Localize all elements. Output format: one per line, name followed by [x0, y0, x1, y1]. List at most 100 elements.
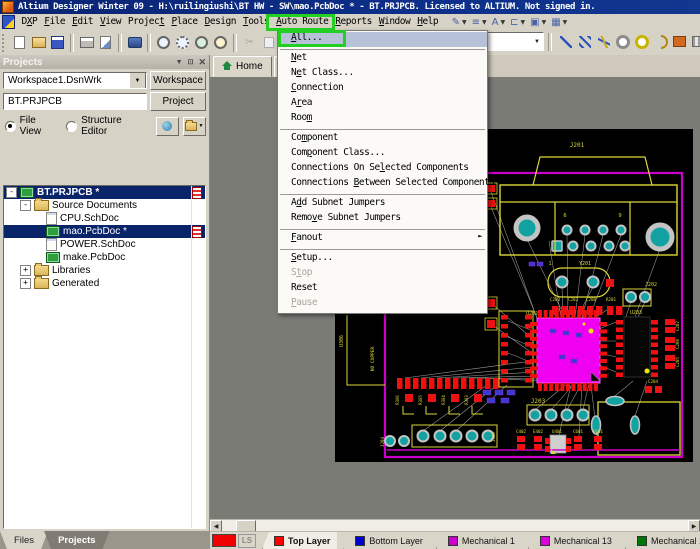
layer-set-button[interactable]: LS	[238, 534, 256, 548]
layer-tab-mechanical-15[interactable]: Mechanical 15	[625, 532, 700, 549]
tree-item-source-documents[interactable]: -Source Documents	[4, 199, 205, 212]
margin-icon[interactable]: ⊏▼	[508, 15, 527, 29]
layers-icon[interactable]: ▣▼	[528, 15, 548, 29]
submenu-arrow-icon: ►	[478, 232, 482, 240]
anchor-icon[interactable]: A▼	[490, 15, 507, 29]
menubar-item-dxp[interactable]: DXP	[18, 14, 41, 30]
menu-item-connection[interactable]: Connection	[278, 82, 487, 97]
preview-button[interactable]	[96, 33, 115, 52]
layer-tab-mechanical-13[interactable]: Mechanical 13	[528, 532, 619, 549]
active-layer-swatch[interactable]	[212, 534, 236, 547]
menubar-item-view[interactable]: View	[97, 14, 125, 30]
menu-item-fanout[interactable]: Fanout►	[278, 232, 487, 247]
new-icon	[14, 36, 25, 49]
chevron-down-icon[interactable]: ▼	[176, 59, 183, 66]
menu-item-component[interactable]: Component	[278, 132, 487, 147]
layer-tab-mechanical-1[interactable]: Mechanical 1	[436, 532, 522, 549]
panel-tab-projects[interactable]: Projects	[44, 531, 110, 549]
pad-icon	[616, 35, 630, 49]
menu-separator	[280, 129, 485, 130]
menu-item-setup[interactable]: Setup...	[278, 252, 487, 267]
route-multi-button[interactable]	[594, 32, 613, 51]
projects-panel: Projects ▼ ⊡ ✕ Workspace1.DsnWrk ▼ Works…	[0, 55, 210, 549]
menu-item-net-class[interactable]: Net Class...	[278, 67, 487, 82]
open-button[interactable]	[29, 33, 48, 52]
layer-tab-bottom-layer[interactable]: Bottom Layer	[343, 532, 430, 549]
new-button[interactable]	[10, 33, 29, 52]
pad-button[interactable]	[613, 32, 632, 51]
save-button[interactable]	[48, 33, 67, 52]
menubar-item-edit[interactable]: Edit	[69, 14, 97, 30]
copy-button[interactable]	[259, 33, 278, 52]
menubar-item-place[interactable]: Place	[168, 14, 201, 30]
via-button[interactable]	[632, 32, 651, 51]
project-button[interactable]: Project	[150, 92, 206, 111]
toolbar-grip[interactable]	[2, 34, 8, 52]
tree-item-generated[interactable]: +Generated	[4, 277, 205, 290]
menubar-item-project[interactable]: Project	[124, 14, 168, 30]
zoom-area-button[interactable]	[173, 33, 192, 52]
menubar-item-tools[interactable]: Tools	[239, 14, 272, 30]
fill-button[interactable]	[670, 32, 689, 51]
menubar-item-file[interactable]: File	[41, 14, 69, 30]
print-button[interactable]	[77, 33, 96, 52]
menu-item-reset[interactable]: Reset	[278, 282, 487, 297]
zoom-fit-button[interactable]	[192, 33, 211, 52]
menubar-item-reports[interactable]: Reports	[332, 14, 376, 30]
collapse-icon[interactable]: -	[20, 200, 31, 211]
toolbar-right-icons: A	[556, 32, 700, 51]
menu-item-area[interactable]: Area	[278, 97, 487, 112]
title-bar: Altium Designer Winter 09 - H:\ruilingiu…	[0, 0, 700, 14]
dxp-icon[interactable]	[2, 15, 15, 29]
menubar-item-window[interactable]: Window	[375, 14, 413, 30]
app-icon	[2, 1, 14, 13]
layer-tab-top-layer[interactable]: Top Layer	[262, 532, 337, 549]
pcb-project-icon	[20, 187, 34, 198]
menubar-item-design[interactable]: Design	[201, 14, 239, 30]
svg-text:C208: C208	[586, 297, 597, 302]
menu-item-add-subnet-jumpers[interactable]: Add Subnet Jumpers	[278, 197, 487, 212]
tree-item-power-schdoc[interactable]: POWER.SchDoc	[4, 238, 205, 251]
chevron-down-icon[interactable]: ▼	[129, 72, 146, 89]
workspace-combo[interactable]: Workspace1.DsnWrk ▼	[3, 72, 147, 89]
sketch-icon[interactable]: ✎▼	[450, 15, 469, 29]
fill-icon	[673, 36, 686, 47]
array-button[interactable]	[689, 32, 700, 51]
arc-button[interactable]	[651, 32, 670, 51]
route-bus-button[interactable]	[575, 32, 594, 51]
svg-text:J201: J201	[570, 142, 585, 149]
tree-item-mao-pcbdoc[interactable]: mao.PcbDoc *	[4, 225, 205, 238]
menu-item-net[interactable]: Net	[278, 52, 487, 67]
menu-item-remove-subnet-jumpers[interactable]: Remove Subnet Jumpers	[278, 212, 487, 227]
menu-item-component-class[interactable]: Component Class...	[278, 147, 487, 162]
pin-icon[interactable]: ⊡	[188, 58, 194, 66]
menubar-item-help[interactable]: Help	[414, 14, 442, 30]
close-icon[interactable]: ✕	[198, 57, 206, 68]
menu-item-all[interactable]: All...	[278, 32, 487, 47]
tab-home[interactable]: Home	[213, 56, 272, 77]
menu-item-connections-on-selected-components[interactable]: Connections On Selected Components	[278, 162, 487, 177]
expand-icon[interactable]: +	[20, 278, 31, 289]
panel-tab-files[interactable]: Files	[0, 531, 48, 549]
book-button[interactable]	[125, 33, 144, 52]
project-field[interactable]: BT.PRJPCB	[3, 93, 147, 110]
collapse-icon[interactable]: -	[6, 187, 17, 198]
workspace-button[interactable]: Workspace	[150, 71, 206, 90]
menu-item-room[interactable]: Room	[278, 112, 487, 127]
open-project-button[interactable]: ▼	[183, 117, 206, 136]
menu-item-connections-between-selected-components[interactable]: Connections Between Selected Components	[278, 177, 487, 192]
zoom-in-button[interactable]	[154, 33, 173, 52]
layer-pair-combo[interactable]: ▼	[486, 32, 544, 51]
file-view-radio[interactable]	[5, 121, 16, 132]
expand-icon[interactable]: +	[20, 265, 31, 276]
navigator-button[interactable]	[156, 117, 179, 136]
tree-item-label: Libraries	[52, 265, 90, 276]
align-icon[interactable]: ≡▼	[470, 15, 489, 29]
structure-editor-radio[interactable]	[66, 121, 77, 132]
cut-button[interactable]: ✂	[240, 33, 259, 52]
menubar-item-auto-route[interactable]: Auto Route	[273, 14, 332, 30]
zoom-sel-button[interactable]	[211, 33, 230, 52]
tree-item-cpu-schdoc[interactable]: CPU.SchDoc	[4, 212, 205, 225]
grid-icon[interactable]: ▦▼	[549, 15, 569, 29]
route-button[interactable]	[556, 32, 575, 51]
